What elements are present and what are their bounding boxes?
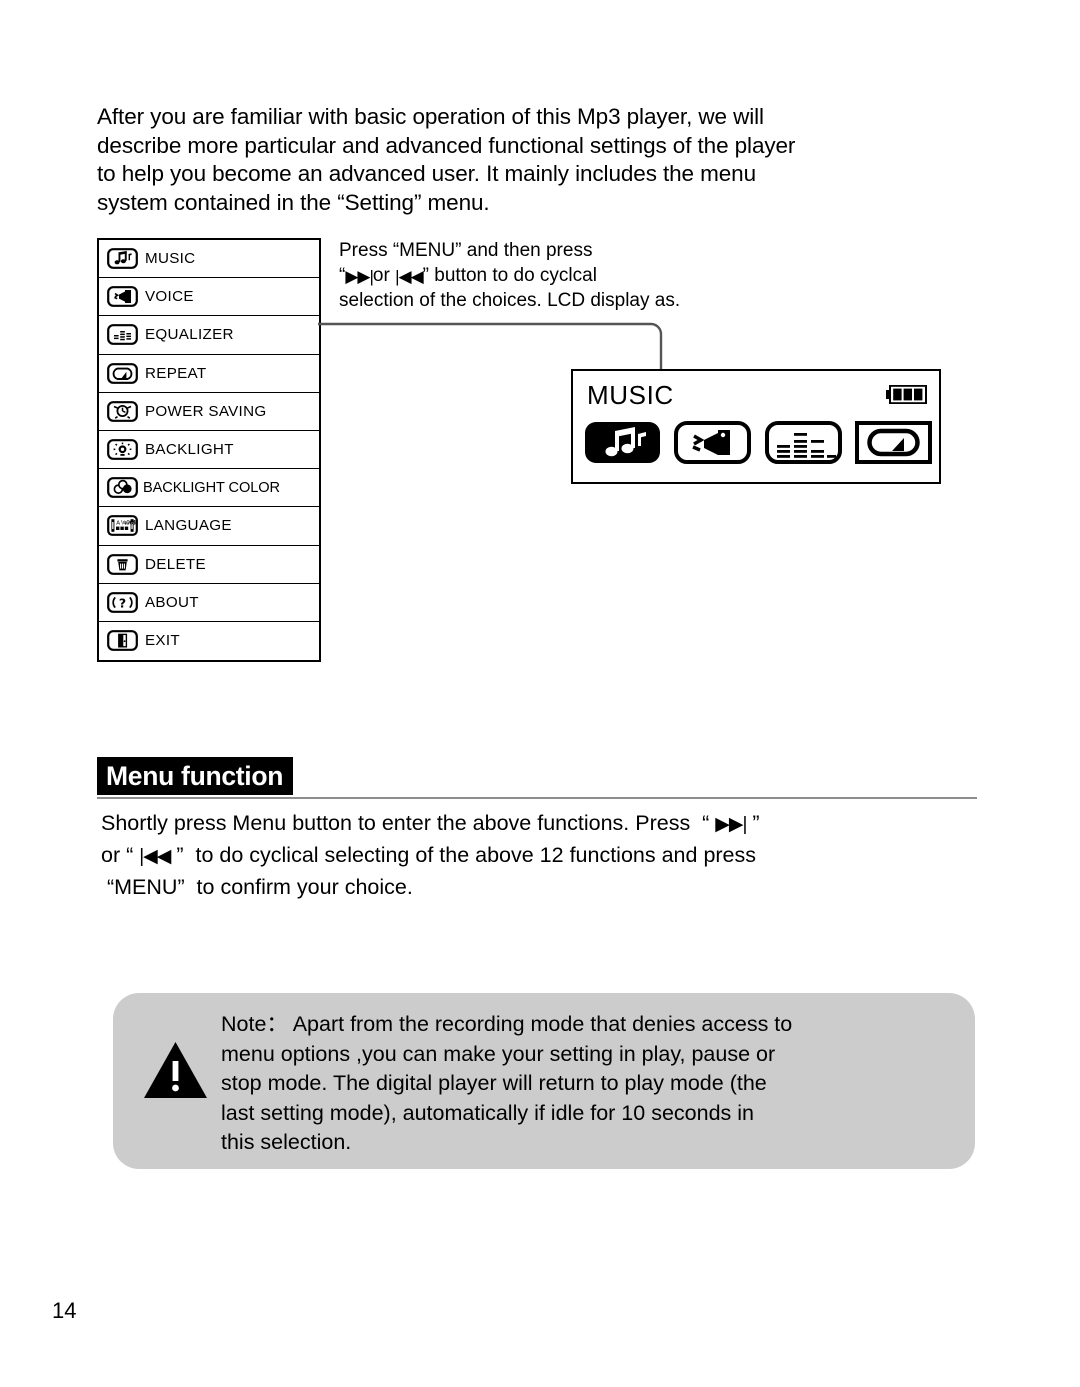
menu-row-delete[interactable]: DELETE [99, 546, 319, 584]
fast-forward-icon: ▶▶| [345, 266, 374, 286]
menu-label: ABOUT [145, 593, 199, 611]
rewind-icon: |◀◀ [139, 846, 171, 867]
menu-row-voice[interactable]: VOICE [99, 278, 319, 317]
lcd-display: MUSIC [571, 369, 941, 484]
callout-text: Press [339, 240, 393, 261]
section-body-paragraph: Shortly press Menu button to enter the a… [101, 808, 981, 902]
menu-row-backlight-color[interactable]: BACKLIGHT COLOR [99, 469, 319, 508]
menu-label: POWER SAVING [145, 402, 267, 420]
menu-label: REPEAT [145, 364, 207, 382]
menu-list-table: MUSIC VOICE EQUALIZER REPEAT POWER SAVIN… [97, 238, 321, 663]
note-text: Note： Apart from the recording mode that… [221, 1012, 793, 1154]
menu-row-equalizer[interactable]: EQUALIZER [99, 316, 319, 355]
about-question-icon: ? [107, 591, 138, 613]
intro-paragraph: After you are familiar with basic operat… [97, 104, 796, 215]
menu-label: BACKLIGHT [145, 441, 234, 459]
exit-door-icon [107, 630, 138, 652]
menu-label: EQUALIZER [145, 326, 234, 344]
menu-row-music[interactable]: MUSIC [99, 240, 319, 279]
music-note-icon [107, 248, 138, 269]
callout-text: or [372, 264, 396, 286]
backlight-bulb-icon [107, 439, 138, 460]
equalizer-icon[interactable] [764, 421, 842, 464]
heading-rule [97, 796, 977, 799]
menu-row-exit[interactable]: EXIT [99, 622, 319, 660]
menu-row-backlight[interactable]: BACKLIGHT [99, 431, 319, 470]
lcd-title: MUSIC [587, 380, 674, 410]
delete-trash-icon [107, 553, 138, 575]
menu-label: DELETE [145, 555, 206, 573]
section-text: Shortly press Menu button to enter the a… [101, 811, 716, 835]
backlight-color-icon [107, 477, 138, 499]
menu-label: BACKLIGHT COLOR [143, 479, 280, 496]
menu-row-power-saving[interactable]: POWER SAVING [99, 393, 319, 431]
menu-keyword: “MENU” [392, 240, 462, 261]
voice-record-icon [107, 286, 138, 308]
battery-indicator-icon [886, 385, 927, 404]
callout-line-3: selection of the choices. LCD display as… [339, 290, 681, 311]
equalizer-icon [107, 324, 138, 346]
section-text: ” to do cyclical selecting of the above … [106, 843, 757, 899]
menu-label: LANGUAGE [145, 517, 232, 535]
language-flag-icon: A \u00b7 \u6587 [107, 515, 138, 537]
warning-triangle-icon [144, 1042, 207, 1098]
svg-text:A: A [116, 521, 120, 527]
repeat-loop-icon [107, 362, 138, 384]
lcd-instruction-callout: Press “MENU” and then press “▶▶|or |◀◀” … [339, 239, 809, 314]
note-callout-box: Note： Apart from the recording mode that… [113, 993, 975, 1169]
svg-text:\u6587: \u6587 [124, 521, 138, 527]
menu-row-about[interactable]: ? ABOUT [99, 584, 319, 622]
menu-row-repeat[interactable]: REPEAT [99, 355, 319, 393]
rewind-icon: |◀◀ [395, 266, 424, 286]
repeat-loop-icon[interactable] [854, 421, 932, 464]
menu-row-language[interactable]: A \u00b7 \u6587 LANGUAGE [99, 507, 319, 546]
menu-label: VOICE [145, 288, 194, 306]
fast-forward-icon: ▶▶| [715, 814, 747, 835]
page-number: 14 [52, 1298, 77, 1323]
music-note-icon[interactable] [584, 421, 661, 464]
callout-text: and then press [461, 240, 593, 261]
voice-record-icon[interactable] [674, 421, 752, 464]
section-heading-label: Menu function [97, 757, 294, 795]
connector-leader-line [318, 322, 663, 374]
lcd-icon-row [584, 421, 932, 464]
svg-text:?: ? [119, 595, 126, 610]
menu-label: MUSIC [145, 250, 196, 268]
menu-label: EXIT [145, 632, 180, 650]
callout-text: ” button to do cyclcal [422, 264, 597, 286]
power-saving-clock-icon [107, 400, 138, 422]
callout-line-1: Press “MENU” and then press [339, 239, 809, 264]
section-heading: Menu function [97, 757, 977, 799]
callout-line-2: “▶▶|or |◀◀” button to do cyclcal [339, 264, 809, 290]
